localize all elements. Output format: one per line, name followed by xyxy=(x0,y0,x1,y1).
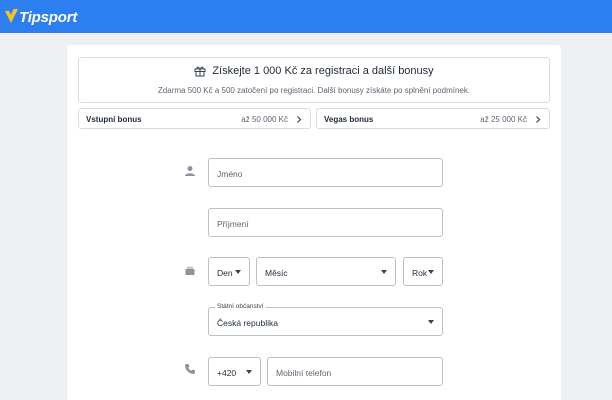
promo-banner: Získejte 1 000 Kč za registraci a další … xyxy=(78,57,550,103)
citizenship-value: Česká republika xyxy=(217,318,278,328)
promo-title: Získejte 1 000 Kč za registraci a další … xyxy=(212,65,434,77)
chevron-right-icon xyxy=(536,116,541,123)
first-name-placeholder: Jméno xyxy=(217,169,243,179)
phone-prefix-value: +420 xyxy=(217,368,237,378)
promo-title-row: Získejte 1 000 Kč za registraci a další … xyxy=(79,65,549,77)
vegas-bonus-value: až 25 000 Kč xyxy=(480,115,527,124)
chevron-right-icon xyxy=(297,116,302,123)
birth-day-select[interactable]: Den xyxy=(208,257,250,286)
caret-down-icon xyxy=(381,270,387,274)
promo-subtitle: Zdarma 500 Kč a 500 zatočení po registra… xyxy=(157,86,471,95)
mobile-phone-field[interactable]: Mobilní telefon xyxy=(267,357,443,386)
phone-prefix-select[interactable]: +420 xyxy=(208,357,261,386)
top-bar: Tipsport xyxy=(0,0,612,33)
birthday-cake-icon xyxy=(185,266,195,275)
first-name-field[interactable]: Jméno xyxy=(208,158,443,187)
phone-icon xyxy=(185,364,195,374)
registration-card: Získejte 1 000 Kč za registraci a další … xyxy=(67,45,561,400)
vegas-bonus-button[interactable]: Vegas bonus až 25 000 Kč xyxy=(316,108,550,129)
brand-name: Tipsport xyxy=(19,8,78,26)
entry-bonus-value: až 50 000 Kč xyxy=(241,115,288,124)
vegas-bonus-label: Vegas bonus xyxy=(324,115,374,124)
birth-month-select[interactable]: Měsíc xyxy=(256,257,396,286)
caret-down-icon xyxy=(428,270,434,274)
birth-year-select[interactable]: Rok xyxy=(403,257,443,286)
caret-down-icon xyxy=(235,270,241,274)
gift-icon xyxy=(194,66,206,77)
citizenship-select[interactable]: Státní občanství Česká republika xyxy=(208,303,443,336)
entry-bonus-label: Vstupní bonus xyxy=(86,115,142,124)
last-name-placeholder: Příjmení xyxy=(217,219,249,229)
last-name-field[interactable]: Příjmení xyxy=(208,208,443,237)
citizenship-label: Státní občanství xyxy=(215,303,266,310)
caret-down-icon xyxy=(428,320,434,324)
entry-bonus-button[interactable]: Vstupní bonus až 50 000 Kč xyxy=(78,108,311,129)
caret-down-icon xyxy=(246,370,252,374)
tipsport-logo[interactable]: Tipsport xyxy=(5,7,77,27)
birth-month-label: Měsíc xyxy=(265,268,288,278)
person-icon xyxy=(185,166,195,176)
birth-day-label: Den xyxy=(217,268,233,278)
birth-year-label: Rok xyxy=(412,268,428,278)
mobile-phone-placeholder: Mobilní telefon xyxy=(276,368,332,378)
tipsport-check-logo-icon xyxy=(5,9,18,23)
